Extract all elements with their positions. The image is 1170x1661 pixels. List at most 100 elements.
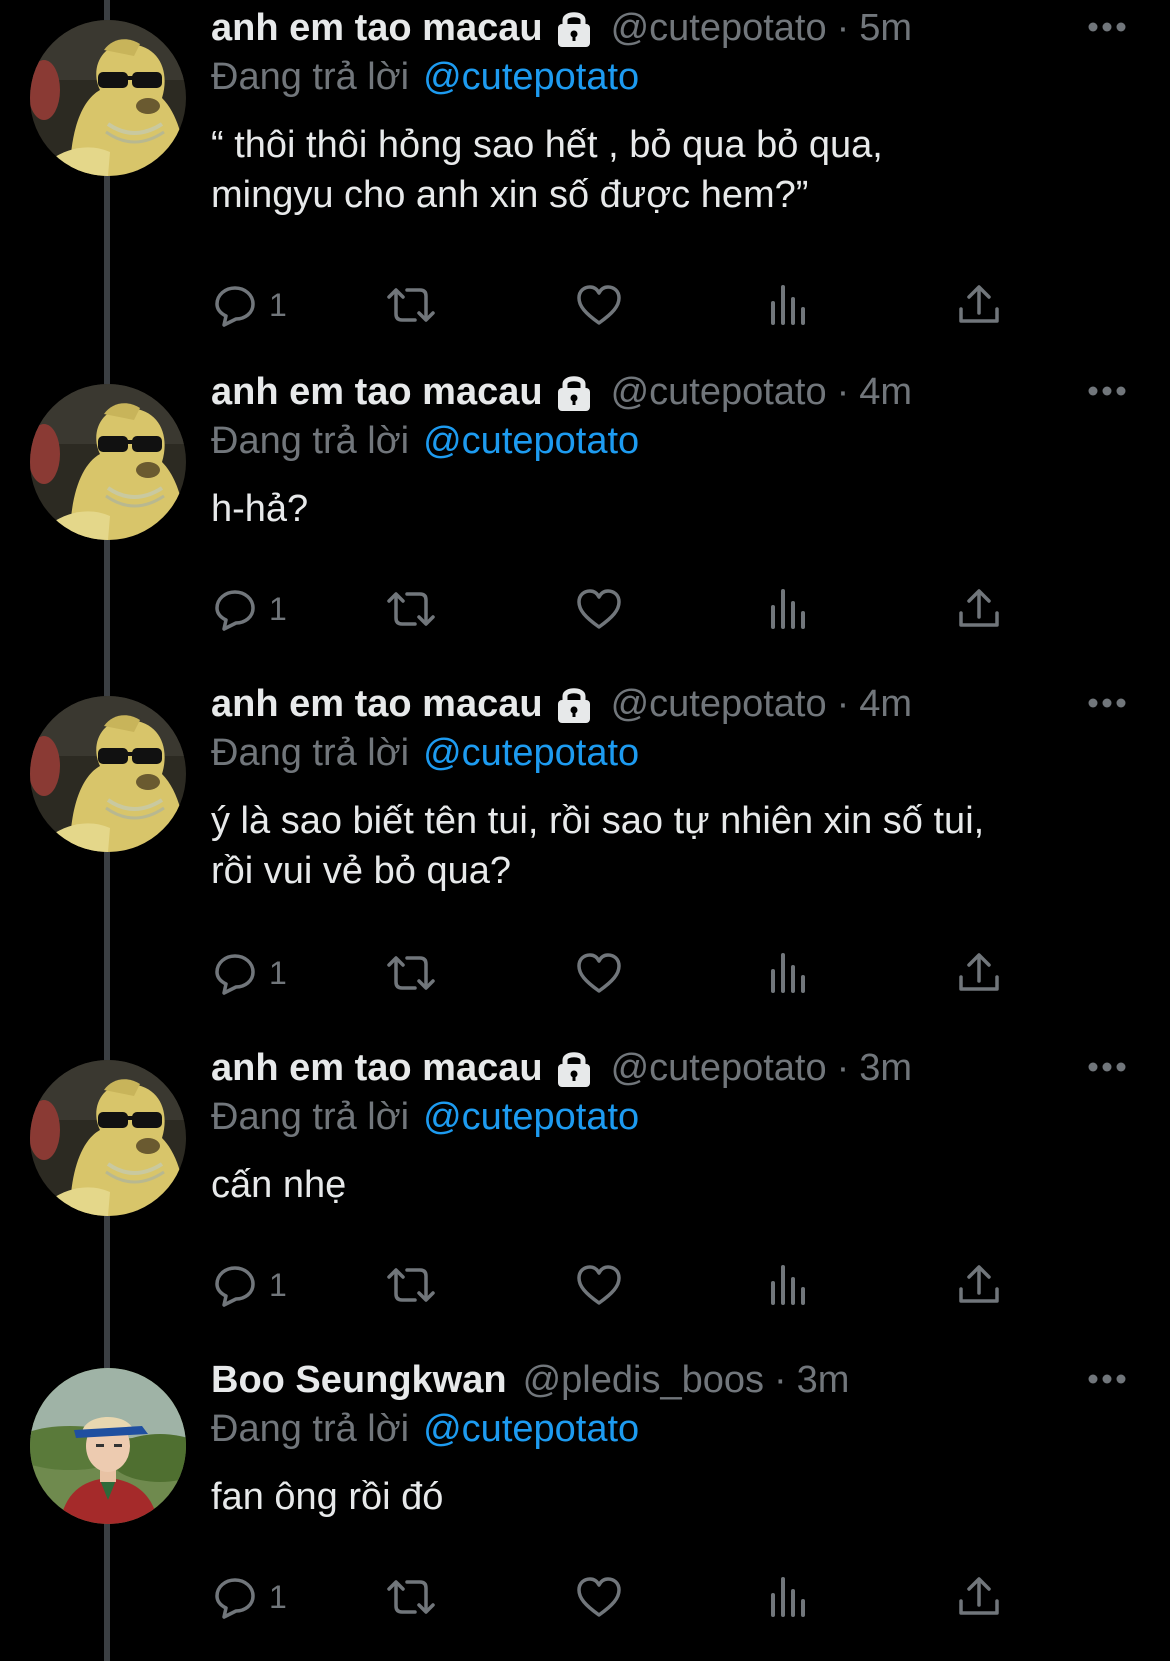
like-icon	[577, 1577, 621, 1617]
share-icon	[959, 589, 999, 627]
avatar[interactable]	[30, 1368, 186, 1524]
timestamp[interactable]: 4m	[859, 370, 912, 414]
like-button[interactable]	[575, 1572, 623, 1622]
replying-to-label: Đang trả lời	[211, 732, 410, 774]
reply-count: 1	[269, 1578, 287, 1615]
retweet-button[interactable]	[383, 1260, 439, 1310]
avatar[interactable]	[30, 696, 186, 852]
views-icon	[771, 589, 805, 629]
retweet-button[interactable]	[383, 1572, 439, 1622]
reply-button[interactable]: 1	[211, 584, 287, 634]
retweet-icon	[387, 1268, 435, 1302]
tweet-header: anh em tao macau @cutepotato · 5m	[211, 6, 912, 50]
share-icon	[959, 953, 999, 991]
like-button[interactable]	[575, 948, 623, 998]
reply-button[interactable]: 1	[211, 280, 287, 330]
replying-to-label: Đang trả lời	[211, 420, 410, 462]
avatar[interactable]	[30, 384, 186, 540]
user-handle[interactable]: @cutepotato	[611, 370, 827, 414]
replying-to-handle[interactable]: @cutepotato	[423, 56, 639, 98]
views-icon	[771, 953, 805, 993]
views-icon	[771, 1265, 805, 1305]
tweet-text: fan ông rồi đó	[211, 1476, 444, 1518]
views-button[interactable]	[765, 948, 813, 998]
share-button[interactable]	[955, 1260, 1003, 1310]
retweet-button[interactable]	[383, 280, 439, 330]
user-handle[interactable]: @cutepotato	[611, 1046, 827, 1090]
tweet-header: anh em tao macau @cutepotato · 4m	[211, 370, 912, 414]
share-icon	[959, 1577, 999, 1615]
avatar[interactable]	[30, 1060, 186, 1216]
more-icon[interactable]	[1087, 20, 1127, 34]
user-handle[interactable]: @pledis_boos	[523, 1358, 764, 1402]
retweet-button[interactable]	[383, 584, 439, 634]
timestamp[interactable]: 3m	[859, 1046, 912, 1090]
reply-icon	[215, 286, 255, 327]
more-icon[interactable]	[1087, 696, 1127, 710]
like-button[interactable]	[575, 1260, 623, 1310]
separator-dot: ·	[836, 683, 850, 725]
avatar[interactable]	[30, 20, 186, 176]
share-button[interactable]	[955, 948, 1003, 998]
share-button[interactable]	[955, 1572, 1003, 1622]
action-bar: 1	[211, 1260, 1111, 1310]
lock-icon	[553, 7, 595, 49]
replying-to-handle[interactable]: @cutepotato	[423, 1408, 639, 1450]
retweet-icon	[387, 288, 435, 322]
views-button[interactable]	[765, 280, 813, 330]
share-icon	[959, 1265, 999, 1303]
reply-button[interactable]: 1	[211, 1260, 287, 1310]
like-icon	[577, 953, 621, 993]
share-button[interactable]	[955, 584, 1003, 634]
display-name[interactable]: anh em tao macau	[211, 370, 543, 414]
action-bar: 1	[211, 948, 1111, 998]
avatar-image	[30, 1060, 186, 1216]
like-button[interactable]	[575, 584, 623, 634]
more-icon[interactable]	[1087, 384, 1127, 398]
retweet-icon	[387, 956, 435, 990]
reply-count: 1	[269, 954, 287, 991]
avatar-image	[30, 20, 186, 176]
avatar-image	[30, 696, 186, 852]
action-bar: 1	[211, 1572, 1111, 1622]
views-button[interactable]	[765, 1572, 813, 1622]
replying-to: Đang trả lời @cutepotato	[211, 54, 639, 100]
share-icon	[959, 285, 999, 323]
user-handle[interactable]: @cutepotato	[611, 6, 827, 50]
replying-to: Đang trả lời @cutepotato	[211, 1406, 639, 1452]
user-handle[interactable]: @cutepotato	[611, 682, 827, 726]
action-bar: 1	[211, 280, 1111, 330]
avatar-image	[30, 384, 186, 540]
views-button[interactable]	[765, 1260, 813, 1310]
display-name[interactable]: Boo Seungkwan	[211, 1358, 507, 1402]
more-icon[interactable]	[1087, 1372, 1127, 1386]
timestamp[interactable]: 3m	[797, 1358, 850, 1402]
display-name[interactable]: anh em tao macau	[211, 682, 543, 726]
like-button[interactable]	[575, 280, 623, 330]
retweet-button[interactable]	[383, 948, 439, 998]
views-icon	[771, 285, 805, 325]
separator-dot: ·	[836, 1047, 850, 1089]
tweet-header: anh em tao macau @cutepotato · 3m	[211, 1046, 912, 1090]
reply-button[interactable]: 1	[211, 948, 287, 998]
tweet-header: anh em tao macau @cutepotato · 4m	[211, 682, 912, 726]
reply-icon	[215, 954, 255, 995]
lock-icon	[553, 371, 595, 413]
tweet-text: ý là sao biết tên tui, rồi sao tự nhiên …	[211, 800, 985, 892]
replying-to-label: Đang trả lời	[211, 56, 410, 98]
replying-to-handle[interactable]: @cutepotato	[423, 1096, 639, 1138]
reply-count: 1	[269, 1266, 287, 1303]
display-name[interactable]: anh em tao macau	[211, 6, 543, 50]
timestamp[interactable]: 4m	[859, 682, 912, 726]
timestamp[interactable]: 5m	[859, 6, 912, 50]
more-icon[interactable]	[1087, 1060, 1127, 1074]
share-button[interactable]	[955, 280, 1003, 330]
display-name[interactable]: anh em tao macau	[211, 1046, 543, 1090]
replying-to-handle[interactable]: @cutepotato	[423, 420, 639, 462]
reply-icon	[215, 1578, 255, 1619]
separator-dot: ·	[773, 1359, 787, 1401]
replying-to-handle[interactable]: @cutepotato	[423, 732, 639, 774]
reply-button[interactable]: 1	[211, 1572, 287, 1622]
views-button[interactable]	[765, 584, 813, 634]
separator-dot: ·	[836, 371, 850, 413]
